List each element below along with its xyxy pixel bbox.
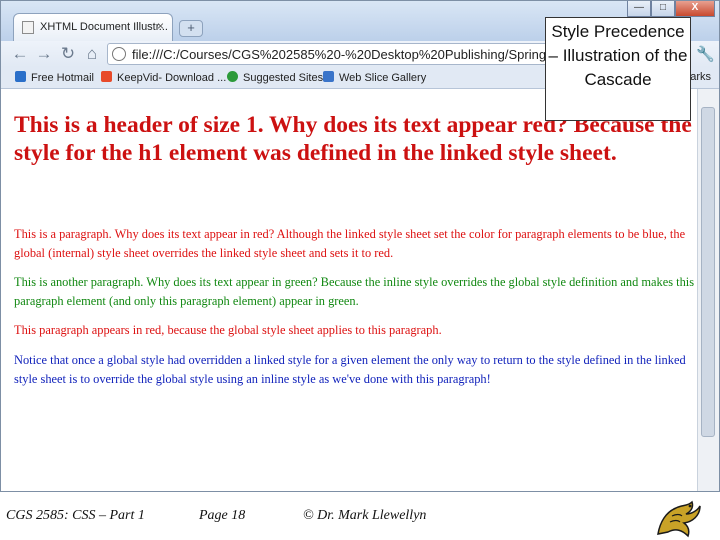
vertical-scrollbar[interactable] [697,89,719,491]
suggested-sites-icon [227,71,238,82]
bookmark-suggested-sites[interactable]: Suggested Sites [227,71,323,84]
new-tab-button[interactable]: + [179,20,203,37]
page-content: This is a header of size 1. Why does its… [1,89,697,491]
wrench-menu-icon[interactable]: 🔧 [696,45,715,63]
paragraph-green-inline: This is another paragraph. Why does its … [14,275,695,308]
web-slice-icon [323,71,334,82]
other-bookmarks[interactable]: arks [690,71,711,83]
home-icon[interactable]: ⌂ [81,43,103,65]
paragraph-blue-inline: Notice that once a global style had over… [14,353,686,386]
slide-title: Style Precedence – Illustration of the C… [545,17,691,121]
bookmark-web-slice-gallery[interactable]: Web Slice Gallery [323,71,426,84]
back-arrow-icon[interactable]: ← [9,43,31,65]
window-controls: — □ X [627,1,715,17]
scrollbar-thumb[interactable] [701,107,715,437]
forward-arrow-icon[interactable]: → [33,43,55,65]
ucf-pegasus-logo-icon [657,500,701,538]
address-bar[interactable]: file:///C:/Courses/CGS%202585%20-%20Desk… [107,43,577,65]
close-window-button[interactable]: X [675,1,715,17]
page-info-icon[interactable] [112,47,126,61]
url-text: file:///C:/Courses/CGS%202585%20-%20Desk… [132,47,573,62]
hotmail-icon [15,71,26,82]
footer-page: Page 18 [199,508,246,523]
minimize-button[interactable]: — [627,1,651,17]
tab-title: XHTML Document Illustr... [40,21,168,33]
maximize-button[interactable]: □ [651,1,675,17]
browser-tab[interactable]: XHTML Document Illustr... × [13,13,173,41]
reload-icon[interactable]: ↻ [57,43,79,65]
footer-author: © Dr. Mark Llewellyn [303,508,427,523]
paragraph-red-global: This is a paragraph. Why does its text a… [14,227,686,260]
keepvid-icon [101,71,112,82]
slide-footer: CGS 2585: CSS – Part 1 Page 18 © Dr. Mar… [0,492,720,540]
bookmark-free-hotmail[interactable]: Free Hotmail [15,71,94,84]
bookmark-keepvid[interactable]: KeepVid- Download ... [101,71,226,84]
document-icon [22,21,34,34]
footer-course: CGS 2585: CSS – Part 1 [6,508,145,523]
tab-close-button[interactable]: × [157,19,164,33]
paragraph-red-plain: This paragraph appears in red, because t… [14,323,442,337]
